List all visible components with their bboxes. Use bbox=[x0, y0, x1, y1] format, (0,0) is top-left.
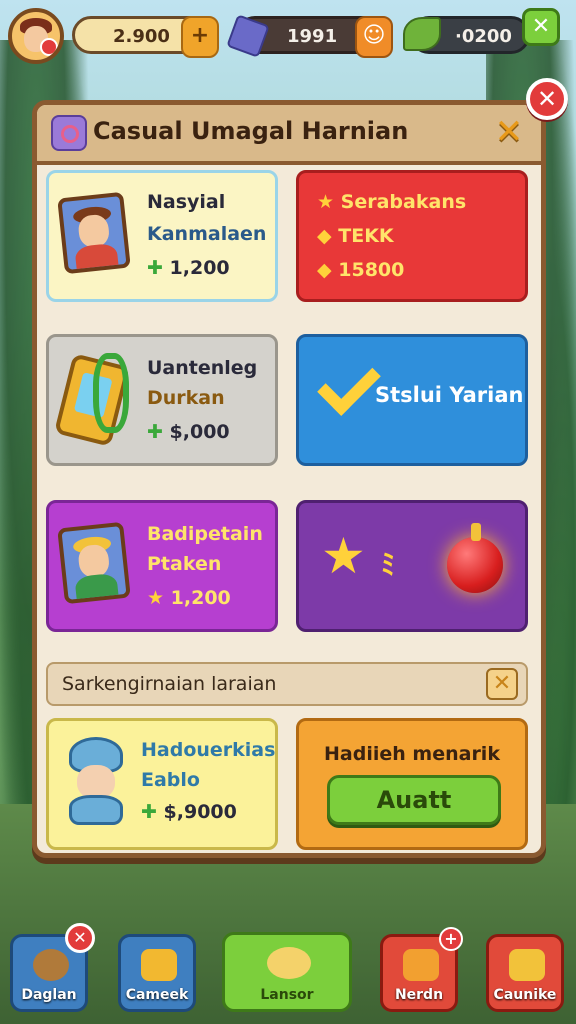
checkmark-icon bbox=[317, 352, 381, 416]
nav-label: Nerdn bbox=[394, 987, 444, 1003]
section-header: Sarkengirnaian laraian ✕ bbox=[46, 662, 528, 706]
offer-card-2[interactable]: ★ Serabakans ◆ TEKK ◆ 15800 bbox=[296, 170, 528, 302]
notification-dot bbox=[40, 38, 58, 56]
nav-nerdn[interactable]: + Nerdn bbox=[380, 927, 463, 1012]
nav-label: Caunike bbox=[493, 987, 557, 1003]
offer-card-4[interactable]: Stslui Yarian bbox=[296, 334, 528, 466]
gem-icon bbox=[226, 14, 270, 58]
card-title: Stslui Yarian bbox=[375, 383, 524, 407]
card-subtitle: TEKK bbox=[338, 225, 394, 247]
trophy-icon bbox=[509, 949, 545, 981]
add-gems-button[interactable]: ☺ bbox=[355, 16, 393, 58]
card-price: $,9000 bbox=[163, 801, 237, 823]
card-title: Uantenleg bbox=[147, 357, 258, 379]
bear-icon bbox=[33, 949, 69, 981]
card-title: Serabakans bbox=[340, 191, 467, 213]
card-subtitle: Durkan bbox=[147, 387, 225, 409]
offer-card-8: Hadiieh menarik Auatt bbox=[296, 718, 528, 850]
treasure-chest-icon bbox=[403, 949, 439, 981]
swirl-icon bbox=[51, 115, 87, 151]
top-bar: 2.900 + 1991 ☺ ·0200 bbox=[8, 8, 568, 64]
leaf-icon: ✚ bbox=[141, 801, 157, 823]
leaf-value: ·0200 bbox=[455, 26, 512, 47]
star-icon: ★ bbox=[317, 191, 335, 213]
card-subtitle: Eablo bbox=[141, 769, 200, 791]
card-price: 15800 bbox=[338, 259, 405, 281]
card-title: Hadouerkias bbox=[141, 739, 276, 761]
nav-label: Lansor bbox=[260, 987, 314, 1003]
cloud-icon bbox=[267, 947, 311, 979]
offer-card-1[interactable]: Nasyial Kanmalaen ✚ 1,200 bbox=[46, 170, 278, 302]
leaf-icon: ✚ bbox=[147, 257, 163, 279]
character-portrait-icon bbox=[57, 521, 131, 605]
nav-daglan[interactable]: ✕ Daglan bbox=[10, 923, 95, 1012]
card-subtitle: Kanmalaen bbox=[147, 223, 267, 245]
card-title: Badipetain bbox=[147, 523, 263, 545]
gift-box-icon bbox=[141, 949, 177, 981]
gem-counter: 1991 ☺ bbox=[226, 14, 393, 58]
card-price: 1,200 bbox=[170, 587, 231, 609]
leaf-icon: ✚ bbox=[147, 421, 163, 443]
coin-value: 2.900 bbox=[113, 26, 170, 47]
card-price: 1,200 bbox=[169, 257, 230, 279]
nav-caunike[interactable]: Caunike bbox=[486, 934, 564, 1012]
header-close-button[interactable]: ✕ bbox=[491, 115, 527, 151]
offer-card-7[interactable]: Hadouerkias Eablo ✚ $,9000 bbox=[46, 718, 278, 850]
star-icon: ★ bbox=[147, 587, 165, 609]
offer-card-5[interactable]: Badipetain Ptaken ★ 1,200 bbox=[46, 500, 278, 632]
section-close-button[interactable]: ✕ bbox=[486, 668, 518, 700]
star-icon: ★ bbox=[321, 527, 366, 585]
section-label: Sarkengirnaian laraian bbox=[62, 673, 277, 695]
panel-title: Casual Umagal Harnian bbox=[93, 117, 409, 145]
nav-label: Cameek bbox=[125, 987, 189, 1003]
sparkle-icon: ﾐ bbox=[381, 548, 396, 581]
card-title: Hadiieh menarik bbox=[324, 743, 500, 765]
star-icon: ◆ bbox=[317, 259, 332, 281]
top-close-button[interactable]: ✕ bbox=[522, 8, 560, 46]
player-avatar[interactable] bbox=[8, 8, 64, 64]
nav-label: Daglan bbox=[21, 987, 77, 1003]
offer-card-3[interactable]: Uantenleg Durkan ✚ $,000 bbox=[46, 334, 278, 466]
claim-button[interactable]: Auatt bbox=[327, 775, 501, 825]
card-title: Nasyial bbox=[147, 191, 226, 213]
gem-value: 1991 bbox=[287, 26, 338, 47]
card-subtitle: Ptaken bbox=[147, 553, 222, 575]
coin-counter: 2.900 + bbox=[72, 16, 219, 58]
card-price: $,000 bbox=[169, 421, 230, 443]
nav-lansor[interactable]: Lansor bbox=[222, 932, 352, 1012]
panel-close-button[interactable]: ✕ bbox=[526, 78, 568, 120]
leaf-counter: ·0200 bbox=[403, 16, 530, 54]
star-icon: ◆ bbox=[317, 225, 332, 247]
panel-header: Casual Umagal Harnian ✕ bbox=[37, 105, 541, 165]
add-coins-button[interactable]: + bbox=[181, 16, 219, 58]
nav-cameek[interactable]: Cameek bbox=[118, 934, 196, 1012]
character-portrait-icon bbox=[57, 191, 131, 275]
leaf-icon bbox=[403, 17, 441, 51]
offer-card-6[interactable]: ★ ﾐ bbox=[296, 500, 528, 632]
gift-orb-icon bbox=[447, 523, 503, 593]
nav-badge: + bbox=[439, 927, 463, 951]
chef-character-icon bbox=[63, 737, 129, 825]
nav-badge: ✕ bbox=[65, 923, 95, 953]
